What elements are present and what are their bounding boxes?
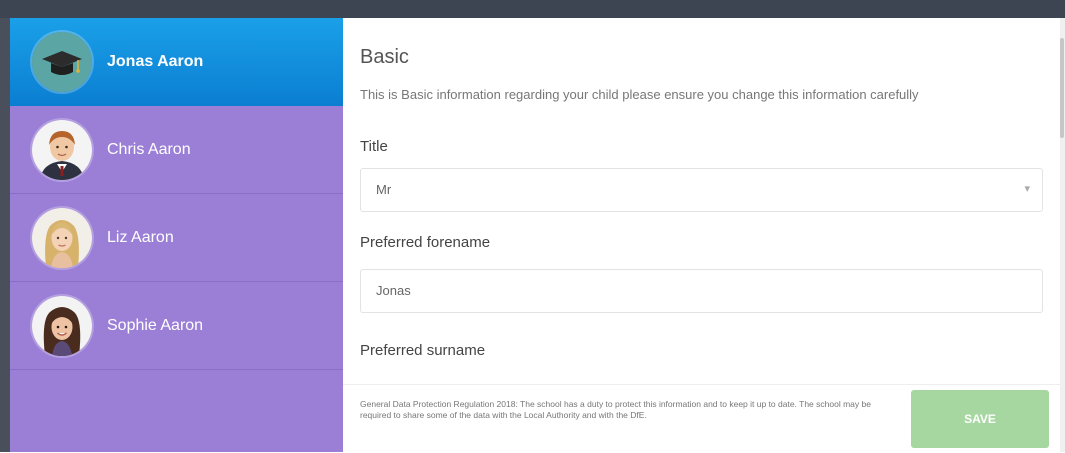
title-select-value: Mr	[376, 182, 392, 197]
left-edge	[0, 18, 10, 452]
sidebar-item-label: Liz Aaron	[107, 228, 174, 246]
children-sidebar: Jonas Aaron Chris Aaron Liz Aaron Sophie…	[10, 18, 343, 452]
preferred-surname-label: Preferred surname	[360, 342, 486, 359]
sidebar-item-chris-aaron[interactable]: Chris Aaron	[10, 106, 343, 194]
preferred-forename-value: Jonas	[376, 283, 411, 298]
save-button[interactable]: SAVE	[911, 390, 1049, 448]
child-photo-avatar	[32, 295, 92, 356]
sidebar-item-label: Sophie Aaron	[107, 316, 204, 334]
gdpr-notice: General Data Protection Regulation 2018:…	[360, 399, 871, 420]
app-frame: Jonas Aaron Chris Aaron Liz Aaron Sophie…	[0, 0, 1065, 453]
scrollbar[interactable]	[1060, 18, 1065, 452]
child-photo-avatar	[32, 207, 92, 268]
title-label: Title	[360, 138, 388, 155]
preferred-forename-label: Preferred forename	[360, 234, 491, 251]
section-description: This is Basic information regarding your…	[360, 87, 919, 102]
sidebar-item-label: Chris Aaron	[107, 140, 191, 158]
title-select[interactable]: Mr ▾	[360, 168, 1043, 212]
sidebar-item-label: Jonas Aaron	[107, 53, 204, 70]
preferred-forename-input[interactable]: Jonas	[360, 269, 1043, 313]
sidebar-item-liz-aaron[interactable]: Liz Aaron	[10, 194, 343, 282]
top-bar	[0, 0, 1065, 18]
section-title: Basic	[360, 46, 409, 68]
child-photo-avatar	[32, 119, 92, 180]
graduation-cap-avatar-icon	[32, 32, 92, 92]
sidebar-item-sophie-aaron[interactable]: Sophie Aaron	[10, 282, 343, 370]
chevron-down-icon: ▾	[1024, 183, 1030, 195]
scrollbar-thumb[interactable]	[1060, 38, 1064, 138]
sidebar-item-jonas-aaron[interactable]: Jonas Aaron	[10, 18, 343, 106]
form-footer: General Data Protection Regulation 2018:…	[343, 384, 1060, 453]
